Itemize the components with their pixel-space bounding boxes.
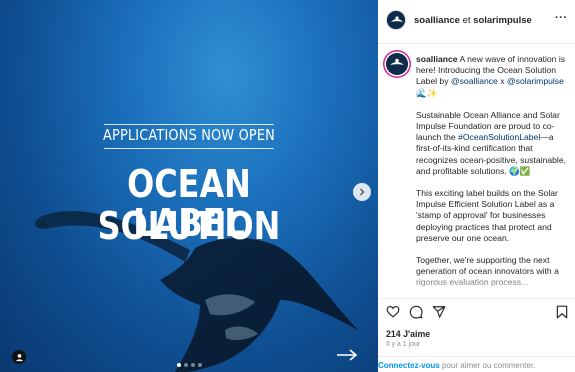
- post-caption: soalliance A new wave of innovation is h…: [416, 54, 568, 298]
- carousel-dot: [191, 363, 195, 367]
- post-actions: 214 J'aime Il y a 1 jour: [378, 298, 575, 354]
- caption-emoji: 🌊✨: [416, 87, 438, 98]
- chevron-right-icon: [360, 188, 365, 196]
- mention-link[interactable]: @solarimpulse: [507, 76, 564, 86]
- post-authors: soalliance et solarimpulse: [414, 15, 532, 26]
- post-sidebar: soalliance et solarimpulse ··· soallianc…: [378, 0, 575, 372]
- caption-avatar[interactable]: [386, 53, 408, 75]
- caption-paragraph-3: This exciting label builds on the Solar …: [416, 188, 558, 243]
- mention-link[interactable]: @soalliance: [451, 76, 498, 86]
- caption-username[interactable]: soalliance: [416, 54, 458, 64]
- comment-icon[interactable]: [409, 305, 423, 319]
- login-text: pour aimer ou commenter.: [442, 361, 536, 370]
- login-link[interactable]: Connectez-vous: [378, 361, 440, 370]
- more-options-button[interactable]: ···: [555, 12, 568, 24]
- soalliance-logo-icon: [387, 11, 405, 29]
- kicker-rule-top: [104, 124, 274, 125]
- carousel-dot: [198, 363, 202, 367]
- tagged-users-button[interactable]: [12, 350, 26, 364]
- author-avatar[interactable]: [386, 10, 406, 30]
- author-connector: et: [462, 15, 471, 26]
- soalliance-logo-icon: [386, 53, 408, 75]
- post-media[interactable]: APPLICATIONS NOW OPEN OCEAN SOLUTION LAB…: [0, 0, 378, 372]
- caption-text: x: [500, 76, 505, 87]
- carousel-next-button[interactable]: [353, 183, 371, 201]
- carousel-dot: [184, 363, 188, 367]
- user-icon: [15, 353, 23, 361]
- heart-icon[interactable]: [386, 305, 400, 318]
- hashtag-link[interactable]: #OceanSolutionLabel: [458, 132, 540, 142]
- kicker-rule-bottom: [104, 148, 274, 149]
- caption-paragraph-2: Sustainable Ocean Alliance and Solar Imp…: [416, 110, 568, 177]
- coauthor-link[interactable]: solarimpulse: [473, 15, 532, 26]
- carousel-indicator: [177, 363, 202, 367]
- author-link[interactable]: soalliance: [414, 15, 460, 26]
- post-time: Il y a 1 jour: [386, 341, 421, 348]
- login-prompt: Connectez-vous pour aimer ou commenter.: [378, 356, 575, 372]
- share-icon[interactable]: [432, 305, 446, 319]
- caption-paragraph-1: soalliance A new wave of innovation is h…: [416, 54, 568, 99]
- kicker-text: APPLICATIONS NOW OPEN: [102, 126, 275, 144]
- headline-line-2: LABEL: [133, 201, 245, 245]
- post-header: soalliance et solarimpulse ···: [378, 0, 575, 44]
- like-count[interactable]: 214 J'aime: [386, 329, 430, 339]
- bookmark-icon[interactable]: [556, 305, 568, 319]
- arrow-right-icon: [337, 349, 358, 361]
- caption-fade: [416, 272, 568, 298]
- carousel-dot: [177, 363, 181, 367]
